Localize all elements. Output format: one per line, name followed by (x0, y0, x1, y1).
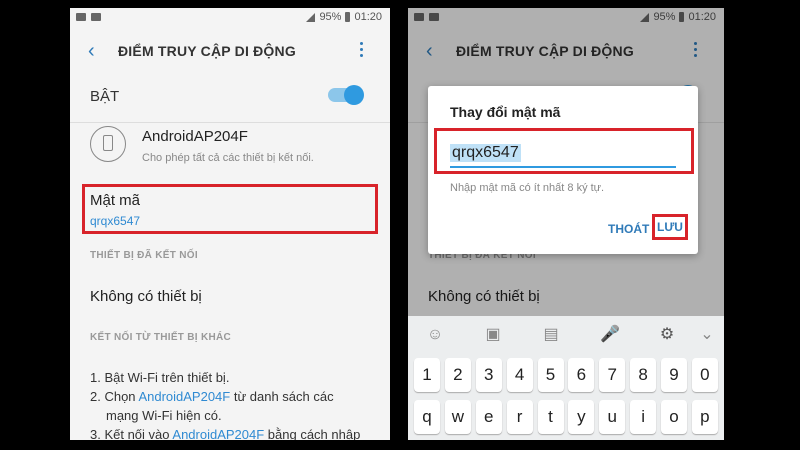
hotspot-toggle[interactable] (328, 85, 364, 105)
step-3: 3. Kết nối vào AndroidAP204F bằng cách n… (90, 427, 361, 440)
number-row: 1 2 3 4 5 6 7 8 9 0 (414, 358, 718, 392)
dialog-hint: Nhập mật mã có ít nhất 8 ký tự. (450, 182, 605, 194)
hotspot-name-row[interactable]: AndroidAP204F Cho phép tất cả các thiết … (70, 120, 390, 180)
gif-icon[interactable]: ▤ (542, 326, 560, 344)
key-w[interactable]: w (444, 400, 471, 434)
app-bar: ‹ ĐIỂM TRUY CẬP DI ĐỘNG (70, 32, 390, 72)
step-2: 2. Chọn AndroidAP204F từ danh sách các (90, 389, 334, 404)
step-link[interactable]: AndroidAP204F (172, 427, 264, 440)
highlight-box-input (434, 128, 694, 174)
key-u[interactable]: u (599, 400, 626, 434)
phone-screen-settings: 95% 01:20 ‹ ĐIỂM TRUY CẬP DI ĐỘNG BẬT An… (70, 8, 390, 440)
sticker-icon[interactable]: ▣ (484, 326, 502, 344)
cancel-button[interactable]: THOÁT (608, 222, 649, 236)
key-6[interactable]: 6 (568, 358, 595, 392)
step-link[interactable]: AndroidAP204F (138, 389, 230, 404)
page-title: ĐIỂM TRUY CẬP DI ĐỘNG (118, 43, 296, 59)
hotspot-toggle-row[interactable]: BẬT (70, 72, 390, 123)
key-4[interactable]: 4 (506, 358, 533, 392)
key-t[interactable]: t (537, 400, 564, 434)
emoji-icon[interactable]: ☺ (426, 326, 444, 344)
no-devices-text: Không có thiết bị (90, 288, 202, 305)
step-2-cont: mạng Wi-Fi hiện có. (106, 408, 222, 423)
highlight-box-password (82, 184, 378, 234)
key-i[interactable]: i (630, 400, 657, 434)
key-q[interactable]: q (414, 400, 440, 434)
battery-icon (345, 12, 351, 22)
gear-icon[interactable]: ⚙ (658, 326, 676, 344)
key-9[interactable]: 9 (661, 358, 687, 392)
more-options-icon[interactable] (360, 42, 364, 60)
hotspot-description: Cho phép tất cả các thiết bị kết nối. (142, 152, 314, 164)
notification-icon (91, 13, 101, 21)
key-e[interactable]: e (475, 400, 502, 434)
key-p[interactable]: p (691, 400, 718, 434)
back-arrow-icon[interactable]: ‹ (88, 41, 95, 61)
toggle-label: BẬT (90, 88, 120, 105)
hotspot-phone-icon (90, 126, 126, 162)
step-1: 1. Bật Wi-Fi trên thiết bị. (90, 370, 230, 385)
key-5[interactable]: 5 (537, 358, 564, 392)
connected-devices-header: THIẾT BỊ ĐÃ KẾT NỐI (90, 250, 198, 261)
battery-percent: 95% (319, 11, 342, 23)
keyboard: ☺ ▣ ▤ 🎤 ⚙ ⌄ 1 2 3 4 5 6 7 8 9 0 q w e r … (408, 316, 724, 440)
key-0[interactable]: 0 (691, 358, 718, 392)
hotspot-name: AndroidAP204F (142, 128, 248, 145)
key-2[interactable]: 2 (444, 358, 471, 392)
other-devices-header: KẾT NỐI TỪ THIẾT BỊ KHÁC (90, 332, 232, 343)
change-password-dialog: Thay đổi mật mã qrqx6547 Nhập mật mã có … (428, 86, 698, 254)
key-7[interactable]: 7 (599, 358, 626, 392)
dialog-title: Thay đổi mật mã (450, 104, 561, 120)
clock: 01:20 (354, 11, 382, 23)
letter-row: q w e r t y u i o p (414, 400, 718, 434)
signal-icon (306, 12, 316, 22)
key-3[interactable]: 3 (475, 358, 502, 392)
key-o[interactable]: o (661, 400, 687, 434)
key-8[interactable]: 8 (630, 358, 657, 392)
save-button[interactable]: LƯU (652, 214, 688, 240)
chevron-down-icon[interactable]: ⌄ (698, 326, 716, 344)
key-1[interactable]: 1 (414, 358, 440, 392)
notification-icon (76, 13, 86, 21)
key-r[interactable]: r (506, 400, 533, 434)
status-bar: 95% 01:20 (70, 8, 390, 28)
phone-screen-dialog: 95% 01:20 ‹ ĐIỂM TRUY CẬP DI ĐỘNG THIẾT … (408, 8, 724, 440)
mic-icon[interactable]: 🎤 (600, 326, 620, 344)
key-y[interactable]: y (568, 400, 595, 434)
keyboard-toolbar: ☺ ▣ ▤ 🎤 ⚙ ⌄ (408, 316, 724, 356)
